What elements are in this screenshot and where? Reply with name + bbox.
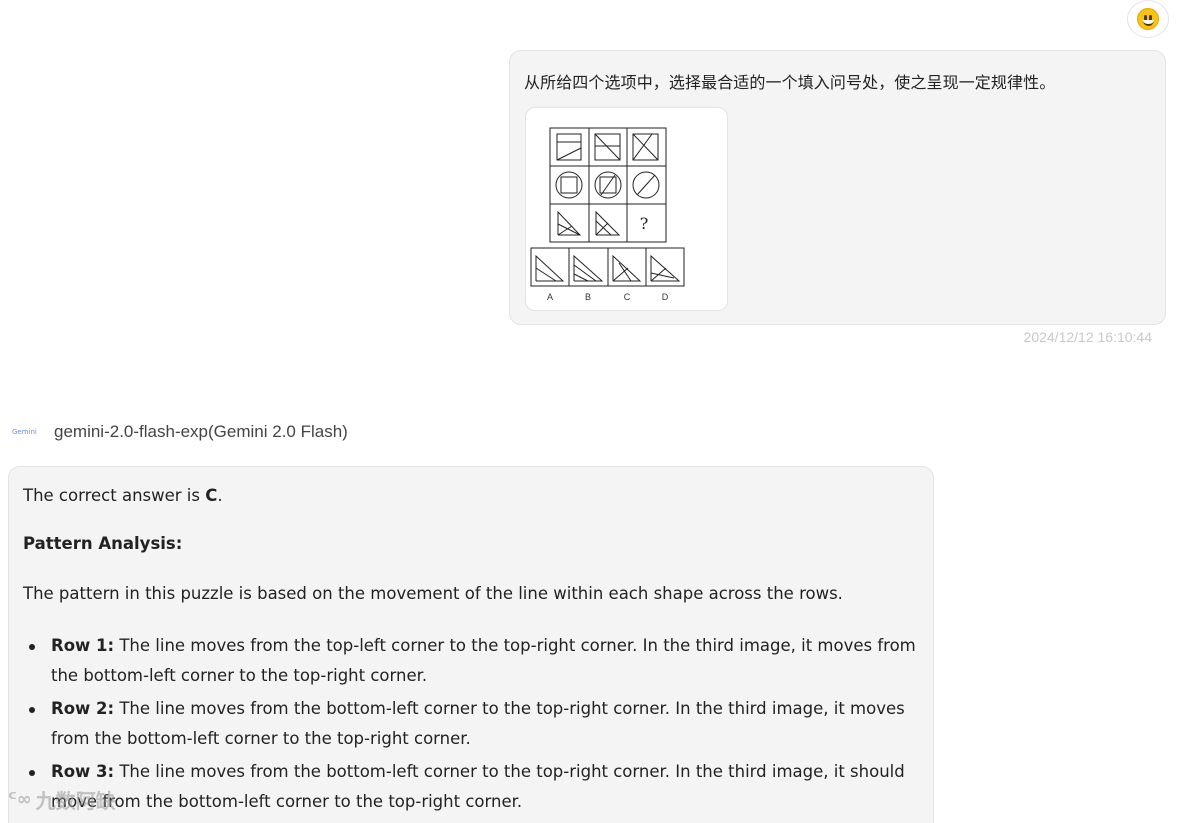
list-item: Row 1: The line moves from the top-left …: [29, 631, 919, 691]
user-message-text: 从所给四个选项中，选择最合适的一个填入问号处，使之呈现一定规律性。: [524, 73, 1056, 92]
section-title: Pattern Analysis:: [23, 534, 183, 553]
option-label-b: B: [585, 292, 591, 302]
watermark: ᑦ∞ 九数阿缺: [8, 785, 116, 814]
smiley-face-icon: [1137, 8, 1159, 30]
option-label-d: D: [662, 292, 669, 302]
gemini-logo-icon: Gemini: [12, 428, 37, 436]
puzzle-image[interactable]: ? A B C D: [525, 107, 728, 311]
user-avatar-button[interactable]: [1127, 0, 1169, 38]
list-item: Row 2: The line moves from the bottom-le…: [29, 694, 919, 754]
pattern-summary: The pattern in this puzzle is based on t…: [23, 584, 843, 603]
puzzle-question-mark: ?: [640, 214, 649, 233]
assistant-message-bubble: The correct answer is C. Pattern Analysi…: [8, 466, 934, 823]
watermark-logo-icon: ᑦ∞: [8, 789, 32, 810]
answer-letter: C: [205, 486, 218, 505]
puzzle-figure: ? A B C D: [530, 127, 685, 302]
watermark-text: 九数阿缺: [35, 789, 116, 813]
model-header: Gemini gemini-2.0-flash-exp(Gemini 2.0 F…: [12, 422, 348, 442]
answer-intro: The correct answer is C.: [23, 486, 223, 505]
user-message-bubble: 从所给四个选项中，选择最合适的一个填入问号处，使之呈现一定规律性。 ? A B …: [509, 50, 1166, 325]
option-label-a: A: [547, 292, 553, 302]
option-label-c: C: [624, 292, 631, 302]
model-name: gemini-2.0-flash-exp(Gemini 2.0 Flash): [54, 422, 348, 441]
row-analysis-list: Row 1: The line moves from the top-left …: [23, 631, 919, 817]
message-timestamp: 2024/12/12 16:10:44: [1023, 329, 1152, 345]
list-item: Row 3: The line moves from the bottom-le…: [29, 757, 919, 817]
